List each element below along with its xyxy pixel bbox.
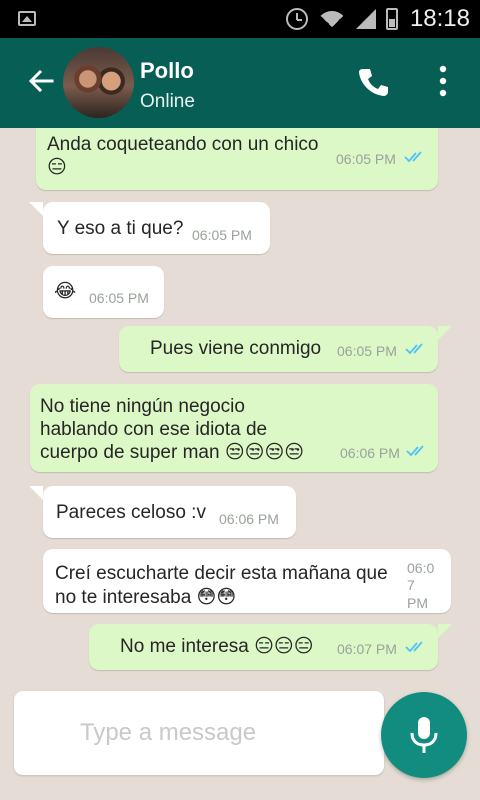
read-ticks-icon <box>405 641 423 653</box>
message-time: 06:06 PM <box>219 511 279 527</box>
message-outgoing[interactable]: No me interesa 😑😑😑 06:07 PM <box>89 624 452 670</box>
status-bar: 18:18 <box>0 0 480 38</box>
message-text: Anda coqueteando con un chico <box>47 134 319 155</box>
more-options-icon[interactable] <box>430 64 456 98</box>
status-icons: 18:18 <box>285 0 470 38</box>
read-ticks-icon <box>406 445 424 457</box>
message-incoming[interactable]: 😂 06:05 PM <box>43 266 164 318</box>
read-ticks-icon <box>404 151 422 163</box>
message-incoming[interactable]: Y eso a ti que? 06:05 PM <box>29 202 270 254</box>
message-incoming[interactable]: Pareces celoso :v 06:06 PM <box>29 486 296 538</box>
message-composer[interactable] <box>14 691 384 775</box>
message-time: 06:05 PM <box>192 227 252 243</box>
wifi-icon <box>317 9 346 29</box>
input-bar <box>0 690 480 800</box>
message-text: Y eso a ti que? <box>57 218 184 239</box>
chat-header: Pollo Online <box>0 38 480 128</box>
image-notification-icon <box>18 11 36 26</box>
message-text-line: Creí escucharte decir esta mañana que <box>55 563 388 584</box>
battery-icon <box>385 8 398 30</box>
phone-icon[interactable] <box>357 66 389 98</box>
contact-avatar[interactable] <box>63 47 134 118</box>
microphone-icon <box>410 717 438 753</box>
message-text: Pareces celoso :v <box>56 502 206 523</box>
message-text: 😂 <box>54 281 77 302</box>
message-input[interactable] <box>14 691 384 775</box>
mic-button[interactable] <box>381 692 467 778</box>
message-time: 06:05 PM <box>337 343 397 359</box>
message-time: 06:06 PM <box>340 445 400 461</box>
read-ticks-icon <box>405 343 423 355</box>
message-time: 06:05 PM <box>89 290 149 306</box>
message-text: No me interesa 😑😑😑 <box>120 636 314 657</box>
message-outgoing[interactable]: No tiene ningún negocio hablando con ese… <box>30 384 438 472</box>
message-text-line: no te interesaba 😳😳 <box>55 587 237 608</box>
message-time: 06:07 PM <box>337 641 397 657</box>
contact-name[interactable]: Pollo <box>140 58 194 84</box>
status-time: 18:18 <box>409 5 470 32</box>
message-text: Pues viene conmigo <box>150 338 322 359</box>
message-emoji: 😑 <box>47 157 67 178</box>
back-arrow-icon[interactable] <box>26 66 56 96</box>
message-text-line: hablando con ese idiota de <box>40 419 268 440</box>
message-time-line: PM <box>407 595 428 611</box>
alarm-icon <box>285 8 308 30</box>
message-text-line: cuerpo de super man 😒😒😒😒 <box>40 442 305 463</box>
message-time: 06:05 PM <box>336 151 396 167</box>
message-incoming[interactable]: Creí escucharte decir esta mañana que no… <box>43 549 451 613</box>
signal-icon <box>355 9 376 29</box>
message-outgoing[interactable]: Pues viene conmigo 06:05 PM <box>119 326 452 372</box>
message-text-line: No tiene ningún negocio <box>40 396 245 417</box>
message-outgoing[interactable]: Anda coqueteando con un chico 😑 06:05 PM <box>36 128 438 190</box>
chat-messages[interactable]: Anda coqueteando con un chico 😑 06:05 PM… <box>0 128 480 690</box>
contact-status: Online <box>140 91 195 112</box>
